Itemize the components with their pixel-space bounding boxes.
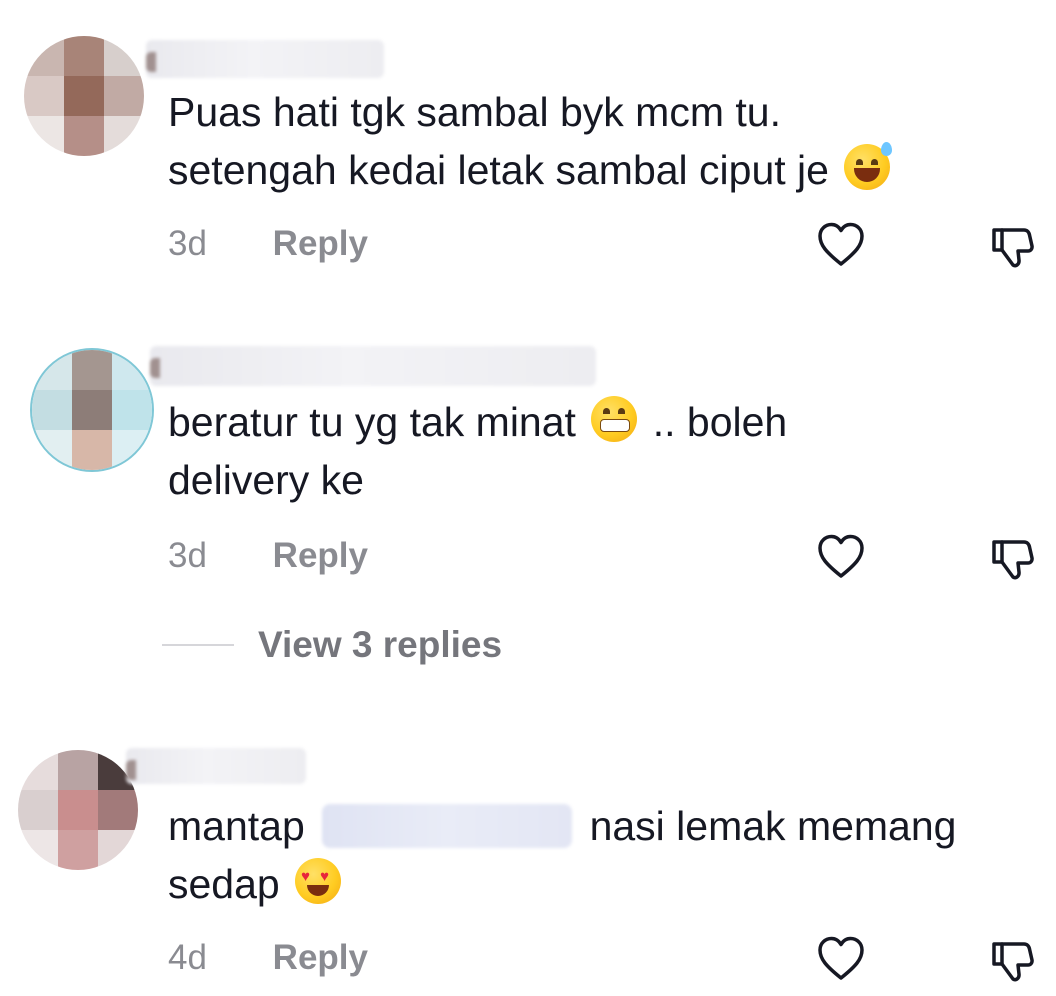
avatar[interactable] bbox=[18, 750, 138, 870]
comment-text-line-1b: .. boleh bbox=[652, 399, 788, 445]
comment-meta: 4d Reply bbox=[168, 938, 368, 978]
divider bbox=[162, 644, 234, 646]
comment-text-line-2: setengah kedai letak sambal ciput je bbox=[168, 147, 829, 193]
username-redacted[interactable] bbox=[150, 346, 596, 386]
dislike-button[interactable] bbox=[988, 534, 1038, 584]
comment-text-line-2: delivery ke bbox=[168, 457, 364, 503]
comment-text-line-1a: beratur tu yg tak minat bbox=[168, 399, 576, 445]
view-replies-label: View 3 replies bbox=[258, 624, 503, 665]
thumbs-down-icon bbox=[992, 540, 1034, 580]
comment-text-line-1: Puas hati tgk sambal byk mcm tu. bbox=[168, 89, 781, 135]
reply-button[interactable]: Reply bbox=[273, 536, 368, 575]
comment-time: 4d bbox=[168, 938, 207, 977]
comment-text: sedap ♥ ♥ bbox=[168, 854, 345, 914]
comment-text: mantap nasi lemak memang bbox=[168, 796, 956, 856]
thumbs-down-icon bbox=[992, 228, 1034, 268]
heart-outline-icon bbox=[818, 222, 864, 266]
comment-text: delivery ke bbox=[168, 450, 364, 510]
view-replies-button[interactable]: View 3 replies bbox=[162, 622, 502, 668]
comment-text-line-2: sedap bbox=[168, 861, 280, 907]
dislike-button[interactable] bbox=[988, 936, 1038, 986]
comment-meta: 3d Reply bbox=[168, 536, 368, 576]
heart-eyes-emoji-icon: ♥ ♥ bbox=[295, 858, 342, 904]
username-redacted[interactable] bbox=[146, 40, 384, 78]
avatar[interactable] bbox=[30, 348, 154, 472]
grinning-sweat-emoji-icon bbox=[844, 142, 893, 190]
like-button[interactable] bbox=[816, 220, 866, 270]
comment-meta: 3d Reply bbox=[168, 224, 368, 264]
comment-text-line-1b: nasi lemak memang bbox=[589, 803, 957, 849]
avatar[interactable] bbox=[24, 36, 144, 156]
thumbs-down-icon bbox=[992, 942, 1034, 982]
comment-time: 3d bbox=[168, 224, 207, 263]
dislike-button[interactable] bbox=[988, 222, 1038, 272]
reply-button[interactable]: Reply bbox=[273, 224, 368, 263]
heart-outline-icon bbox=[818, 936, 864, 980]
comment-text: Puas hati tgk sambal byk mcm tu. bbox=[168, 82, 781, 142]
like-button[interactable] bbox=[816, 934, 866, 984]
reply-button[interactable]: Reply bbox=[273, 938, 368, 977]
comment-text-line-1a: mantap bbox=[168, 803, 305, 849]
heart-outline-icon bbox=[818, 534, 864, 578]
comment-text: setengah kedai letak sambal ciput je bbox=[168, 140, 894, 200]
like-button[interactable] bbox=[816, 532, 866, 582]
username-redacted[interactable] bbox=[126, 748, 306, 784]
comment-text: beratur tu yg tak minat .. boleh bbox=[168, 392, 787, 452]
mention-redacted[interactable] bbox=[322, 804, 573, 848]
comment-time: 3d bbox=[168, 536, 207, 575]
grimacing-emoji-icon bbox=[591, 396, 638, 442]
